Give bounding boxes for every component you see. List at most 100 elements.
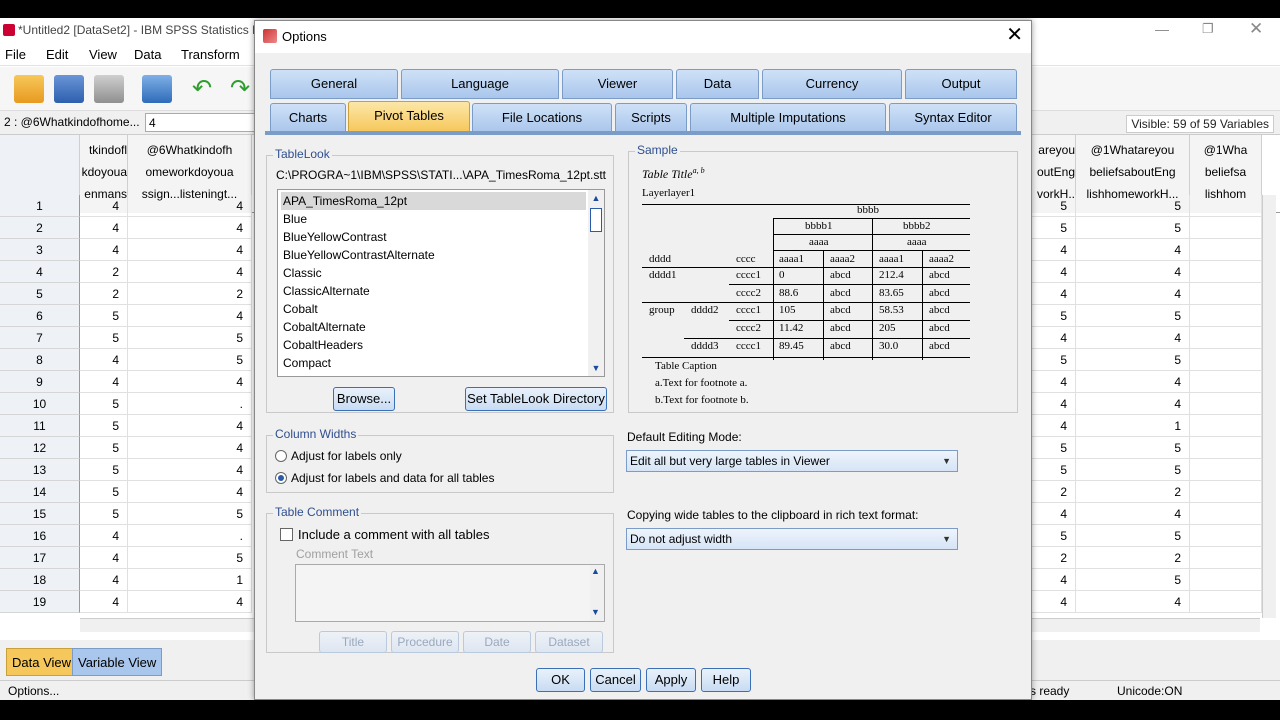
table-cell[interactable]: 4 xyxy=(1032,261,1076,283)
row-number[interactable]: 15 xyxy=(0,503,80,525)
table-cell[interactable]: 4 xyxy=(1076,239,1190,261)
dialog-close-icon[interactable]: ✕ xyxy=(1006,25,1023,45)
table-cell[interactable]: 5 xyxy=(1076,569,1190,591)
table-cell[interactable]: 5 xyxy=(1032,305,1076,327)
tab-general[interactable]: General xyxy=(270,69,398,99)
table-cell[interactable]: 4 xyxy=(80,525,128,547)
help-button[interactable]: Help xyxy=(701,668,751,692)
row-number[interactable]: 17 xyxy=(0,547,80,569)
table-cell[interactable]: 4 xyxy=(128,195,252,217)
table-cell[interactable]: 5 xyxy=(1076,525,1190,547)
table-cell[interactable] xyxy=(1190,437,1262,459)
table-cell[interactable]: 4 xyxy=(1076,283,1190,305)
table-cell[interactable] xyxy=(1190,569,1262,591)
scroll-thumb[interactable] xyxy=(590,208,602,232)
radio-labels-and-data-label[interactable]: Adjust for labels and data for all table… xyxy=(291,471,494,485)
tab-syntax-editor[interactable]: Syntax Editor xyxy=(889,103,1017,133)
table-cell[interactable]: 2 xyxy=(1032,481,1076,503)
table-cell[interactable]: 4 xyxy=(1076,591,1190,613)
insert-date-button[interactable]: Date xyxy=(463,631,531,653)
tab-data-view[interactable]: Data View xyxy=(6,648,78,676)
row-number[interactable]: 13 xyxy=(0,459,80,481)
table-cell[interactable]: 4 xyxy=(80,195,128,217)
table-cell[interactable] xyxy=(1190,547,1262,569)
tab-file-locations[interactable]: File Locations xyxy=(472,103,612,133)
table-cell[interactable]: 5 xyxy=(80,327,128,349)
save-icon[interactable] xyxy=(54,75,84,103)
table-cell[interactable]: 2 xyxy=(128,283,252,305)
table-cell[interactable]: 4 xyxy=(80,569,128,591)
row-number[interactable]: 1 xyxy=(0,195,80,217)
comment-scrollbar[interactable]: ▲ ▼ xyxy=(590,565,604,621)
table-cell[interactable]: 2 xyxy=(80,261,128,283)
table-cell[interactable]: 5 xyxy=(1032,525,1076,547)
vertical-scrollbar[interactable] xyxy=(1262,195,1276,618)
close-icon[interactable]: ✕ xyxy=(1249,19,1263,39)
table-cell[interactable] xyxy=(1190,283,1262,305)
table-cell[interactable]: 4 xyxy=(1076,371,1190,393)
tab-variable-view[interactable]: Variable View xyxy=(72,648,163,676)
table-cell[interactable]: 5 xyxy=(1076,305,1190,327)
table-cell[interactable]: 4 xyxy=(80,349,128,371)
row-number[interactable]: 19 xyxy=(0,591,80,613)
table-cell[interactable]: 4 xyxy=(128,305,252,327)
row-number[interactable]: 10 xyxy=(0,393,80,415)
table-cell[interactable] xyxy=(1190,239,1262,261)
tablelook-list-item[interactable]: BlueYellowContrast xyxy=(281,228,586,246)
tablelook-list-item[interactable]: ClassicAlternate xyxy=(281,282,586,300)
table-cell[interactable]: 5 xyxy=(128,503,252,525)
table-cell[interactable]: 5 xyxy=(80,415,128,437)
row-number[interactable]: 12 xyxy=(0,437,80,459)
table-cell[interactable] xyxy=(1190,481,1262,503)
table-cell[interactable]: . xyxy=(128,393,252,415)
menu-file[interactable]: File xyxy=(5,47,26,62)
scroll-down-icon[interactable]: ▼ xyxy=(591,607,600,617)
tab-scripts[interactable]: Scripts xyxy=(615,103,687,133)
table-cell[interactable]: 4 xyxy=(128,591,252,613)
dialog-recall-icon[interactable] xyxy=(142,75,172,103)
table-cell[interactable]: 5 xyxy=(80,393,128,415)
table-cell[interactable]: 5 xyxy=(1076,437,1190,459)
table-cell[interactable]: 4 xyxy=(80,217,128,239)
table-cell[interactable] xyxy=(1190,305,1262,327)
insert-dataset-button[interactable]: Dataset xyxy=(535,631,603,653)
row-number[interactable]: 2 xyxy=(0,217,80,239)
table-cell[interactable] xyxy=(1190,415,1262,437)
row-number[interactable]: 9 xyxy=(0,371,80,393)
radio-labels-and-data[interactable] xyxy=(275,472,287,484)
tablelook-list-item[interactable]: CobaltAlternate xyxy=(281,318,586,336)
table-cell[interactable] xyxy=(1190,195,1262,217)
row-number[interactable]: 8 xyxy=(0,349,80,371)
table-cell[interactable]: 4 xyxy=(1076,261,1190,283)
table-cell[interactable]: 4 xyxy=(128,261,252,283)
table-cell[interactable]: 5 xyxy=(1032,459,1076,481)
radio-labels-only[interactable] xyxy=(275,450,287,462)
table-cell[interactable]: 4 xyxy=(1032,327,1076,349)
minimize-icon[interactable]: — xyxy=(1155,21,1169,37)
row-number[interactable]: 3 xyxy=(0,239,80,261)
copying-wide-tables-select[interactable]: Do not adjust width ▼ xyxy=(626,528,958,550)
table-cell[interactable]: 5 xyxy=(1032,349,1076,371)
tab-viewer[interactable]: Viewer xyxy=(562,69,673,99)
scroll-down-icon[interactable]: ▼ xyxy=(588,360,604,376)
tablelook-list-item[interactable]: BlueYellowContrastAlternate xyxy=(281,246,586,264)
include-comment-checkbox[interactable] xyxy=(280,528,293,541)
tab-currency[interactable]: Currency xyxy=(762,69,902,99)
table-cell[interactable]: 5 xyxy=(1076,459,1190,481)
tablelook-list-item[interactable]: Compact xyxy=(281,354,586,372)
tab-language[interactable]: Language xyxy=(401,69,559,99)
table-cell[interactable]: 4 xyxy=(1076,503,1190,525)
table-cell[interactable]: 5 xyxy=(1032,217,1076,239)
table-cell[interactable]: 4 xyxy=(128,437,252,459)
menu-transform[interactable]: Transform xyxy=(181,47,240,62)
restore-icon[interactable]: ❐ xyxy=(1202,21,1214,37)
menu-edit[interactable]: Edit xyxy=(46,47,68,62)
table-cell[interactable] xyxy=(1190,393,1262,415)
tablelook-list[interactable]: APA_TimesRoma_12pt Blue BlueYellowContrast… xyxy=(277,189,605,377)
tab-data[interactable]: Data xyxy=(676,69,759,99)
table-cell[interactable]: 5 xyxy=(1076,217,1190,239)
table-cell[interactable]: 5 xyxy=(80,305,128,327)
table-cell[interactable]: 4 xyxy=(128,459,252,481)
table-cell[interactable]: 4 xyxy=(1032,415,1076,437)
table-cell[interactable]: 5 xyxy=(128,327,252,349)
